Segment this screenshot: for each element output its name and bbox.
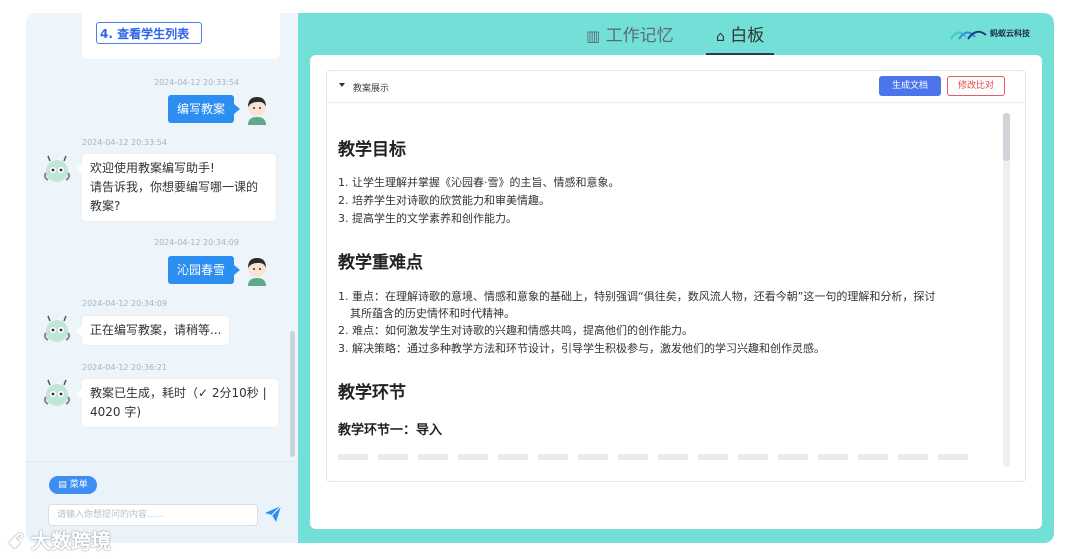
tab-memory[interactable]: ▥ 工作记忆 <box>586 23 674 49</box>
chat-scrollbar[interactable] <box>290 331 295 457</box>
list-item: 2. 培养学生对诗歌的欣赏能力和审美情趣。 <box>338 194 550 207</box>
menu-link-student-list[interactable]: 4. 查看学生列表 <box>96 22 202 44</box>
list-item: 3. 解决策略：通过多种教学方法和环节设计，引导学生积极参与，激发他们的学习兴趣… <box>338 342 825 355</box>
whiteboard-icon: ⌂ <box>716 29 725 45</box>
generate-document-button[interactable]: 生成文档 <box>879 76 941 96</box>
subsection-heading: 教学环节一：导入 <box>338 423 443 438</box>
memory-icon: ▥ <box>586 27 601 45</box>
workspace-panel: ▥ 工作记忆 ⌂ 白板 蚂蚁云科技 教案展示 生成文档 修改比对 教学目标 1.… <box>298 13 1054 543</box>
chat-history[interactable]: 4. 查看学生列表 2024-04-12 20:33:54 编写教案 2024-… <box>26 13 298 461</box>
collapse-caret-icon[interactable] <box>339 83 345 87</box>
list-item: 1. 让学生理解并掌握《沁园春·雪》的主旨、情感和意象。 <box>338 176 620 189</box>
lesson-plan-document: 教案展示 生成文档 修改比对 教学目标 1. 让学生理解并掌握《沁园春·雪》的主… <box>326 70 1026 482</box>
company-logo: 蚂蚁云科技 <box>950 25 1044 43</box>
menu-icon: ▤ <box>58 480 67 490</box>
list-item: 1. 重点：在理解诗歌的意境、情感和意象的基础上，特别强调“俱往矣，数风流人物，… <box>338 290 936 303</box>
chat-input[interactable]: 请输入你想提问的内容...... <box>48 504 258 526</box>
document-content[interactable]: 教学目标 1. 让学生理解并掌握《沁园春·雪》的主旨、情感和意象。 2. 培养学… <box>337 103 997 469</box>
whiteboard: 教案展示 生成文档 修改比对 教学目标 1. 让学生理解并掌握《沁园春·雪》的主… <box>310 55 1042 529</box>
app-window: 4. 查看学生列表 2024-04-12 20:33:54 编写教案 2024-… <box>26 13 1054 543</box>
bot-avatar-icon <box>43 155 71 182</box>
user-message: 沁园春雪 <box>168 256 241 284</box>
document-title: 教案展示 <box>353 84 390 94</box>
cut-off-text-line <box>338 454 978 460</box>
send-icon[interactable] <box>264 505 282 523</box>
user-avatar-icon <box>248 97 266 125</box>
list-item: 其所蕴含的历史情怀和时代精神。 <box>350 307 515 320</box>
message-timestamp: 2024-04-12 20:33:54 <box>82 138 167 147</box>
document-scrollbar-track[interactable] <box>1003 113 1010 467</box>
section-heading: 教学重难点 <box>338 253 423 273</box>
list-item: 3. 提高学生的文学素养和创作能力。 <box>338 212 517 225</box>
message-timestamp: 2024-04-12 20:33:54 <box>154 78 239 87</box>
logo-icon <box>950 30 987 40</box>
watermark: ꗃ 大数跨境 <box>8 529 111 553</box>
document-scrollbar-thumb[interactable] <box>1003 113 1010 161</box>
bot-message: 教案已生成，耗时（✓ 2分10秒 | 4020 字) <box>76 379 278 427</box>
section-heading: 教学环节 <box>338 383 406 403</box>
bot-message: 欢迎使用教案编写助手! 请告诉我，你想要编写哪一课的 教案? <box>76 154 276 221</box>
tab-whiteboard[interactable]: ⌂ 白板 <box>716 23 764 49</box>
chat-panel: 4. 查看学生列表 2024-04-12 20:33:54 编写教案 2024-… <box>26 13 299 543</box>
bot-message: 正在编写教案，请稍等... <box>75 316 230 345</box>
bot-avatar-icon <box>43 379 71 406</box>
section-heading: 教学目标 <box>338 140 406 160</box>
user-message: 编写教案 <box>168 95 241 123</box>
menu-button[interactable]: ▤ 菜单 <box>49 476 97 494</box>
message-timestamp: 2024-04-12 20:34:09 <box>154 238 239 247</box>
user-avatar-icon <box>248 258 266 286</box>
document-header: 教案展示 生成文档 修改比对 <box>327 71 1025 103</box>
list-item: 2. 难点：如何激发学生对诗歌的兴趣和情感共鸣，提高他们的创作能力。 <box>338 324 693 337</box>
watermark-logo-icon: ꗃ <box>8 529 24 553</box>
menu-card: 4. 查看学生列表 <box>82 13 280 59</box>
message-timestamp: 2024-04-12 20:36:21 <box>82 363 167 372</box>
compare-changes-button[interactable]: 修改比对 <box>947 76 1005 96</box>
message-timestamp: 2024-04-12 20:34:09 <box>82 299 167 308</box>
bot-avatar-icon <box>43 315 71 342</box>
